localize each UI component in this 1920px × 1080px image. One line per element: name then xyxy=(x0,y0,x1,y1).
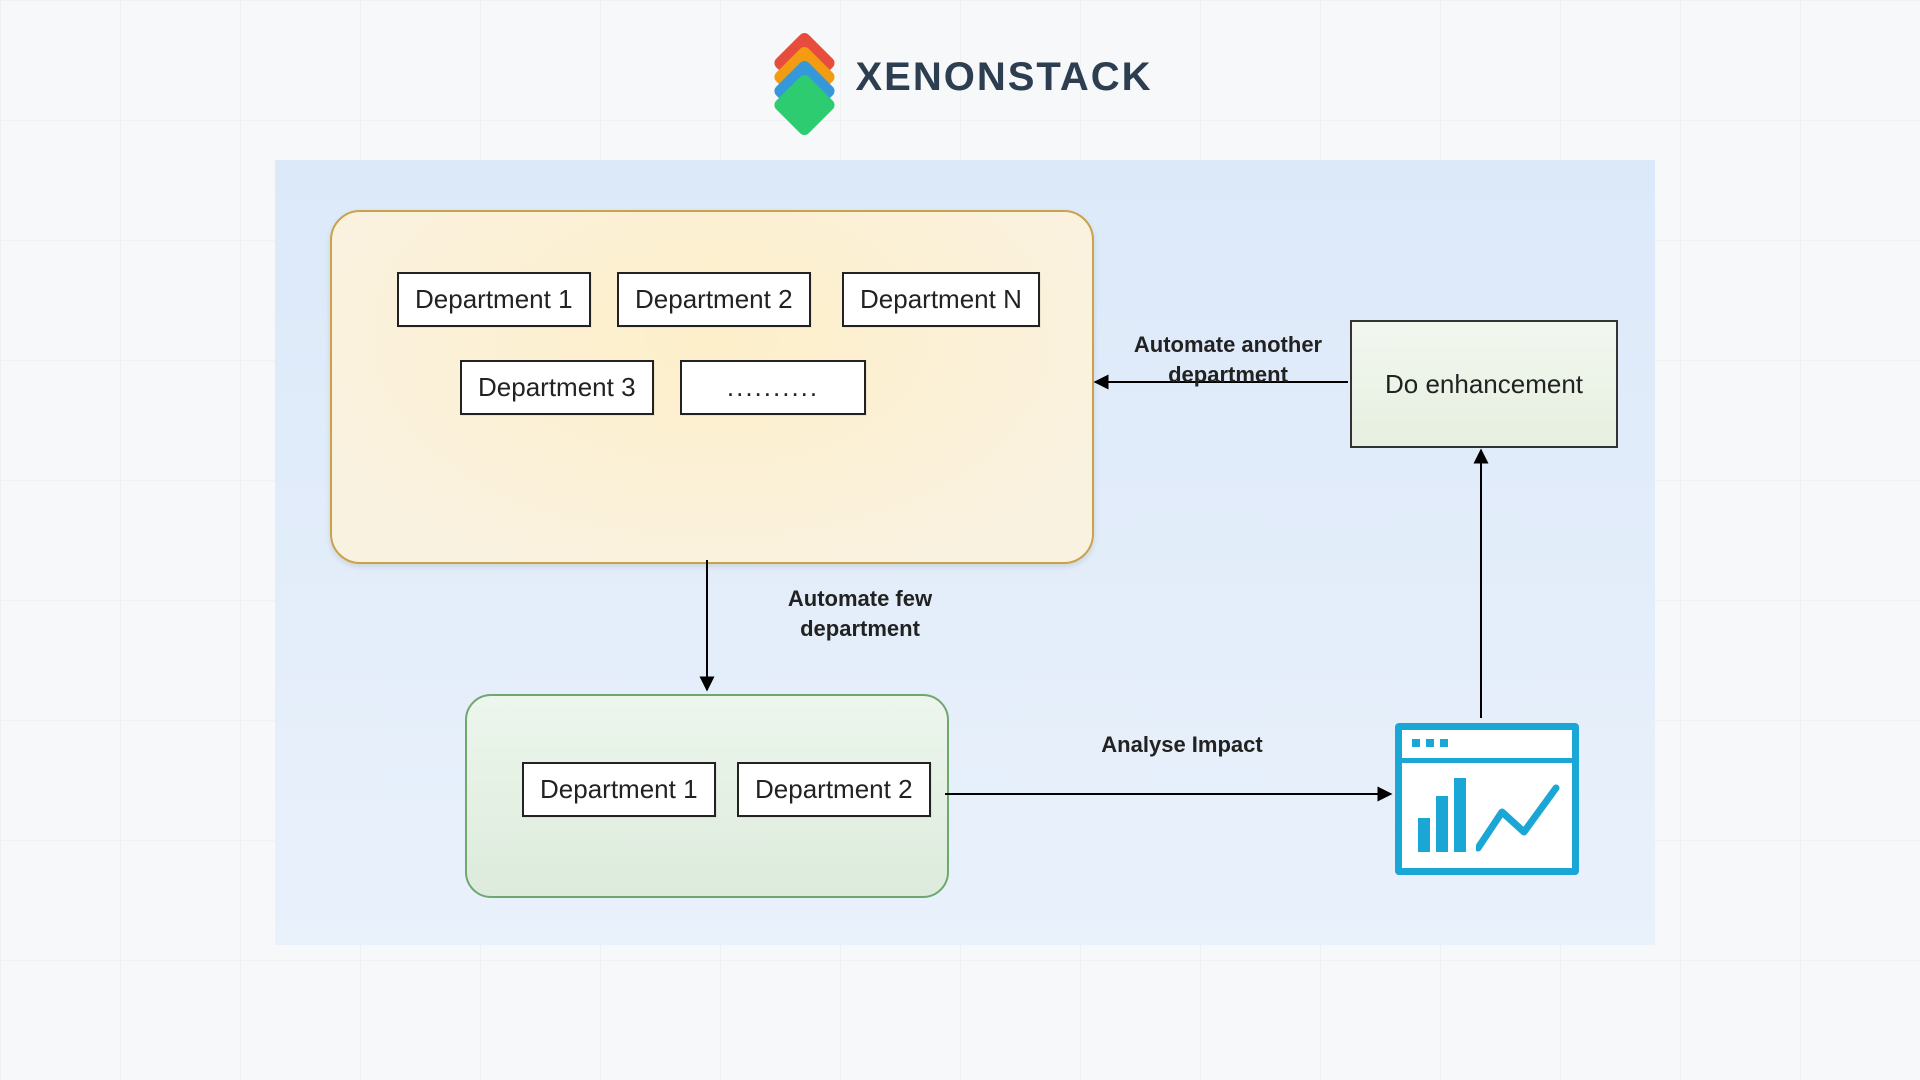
dept-box-ellipsis: .......... xyxy=(680,360,866,415)
edge-label-automate-another: Automate another department xyxy=(1113,330,1343,389)
departments-pool: Department 1 Department 2 Department N D… xyxy=(330,210,1094,564)
edge-label-analyse-impact: Analyse Impact xyxy=(1087,730,1277,760)
diagram-canvas: Department 1 Department 2 Department N D… xyxy=(275,160,1655,945)
edge-label-automate-few: Automate few department xyxy=(745,584,975,643)
dept-box: Department 1 xyxy=(522,762,716,817)
dept-box: Department 2 xyxy=(617,272,811,327)
dept-box: Department 2 xyxy=(737,762,931,817)
brand-name: XENONSTACK xyxy=(855,55,1152,100)
enhancement-box: Do enhancement xyxy=(1350,320,1618,448)
dept-box: Department N xyxy=(842,272,1040,327)
analytics-icon xyxy=(1395,723,1579,875)
dept-box: Department 3 xyxy=(460,360,654,415)
brand-logo: XENONSTACK xyxy=(767,40,1152,114)
automated-pool: Department 1 Department 2 xyxy=(465,694,949,898)
brand-mark-icon xyxy=(767,40,841,114)
dept-box: Department 1 xyxy=(397,272,591,327)
